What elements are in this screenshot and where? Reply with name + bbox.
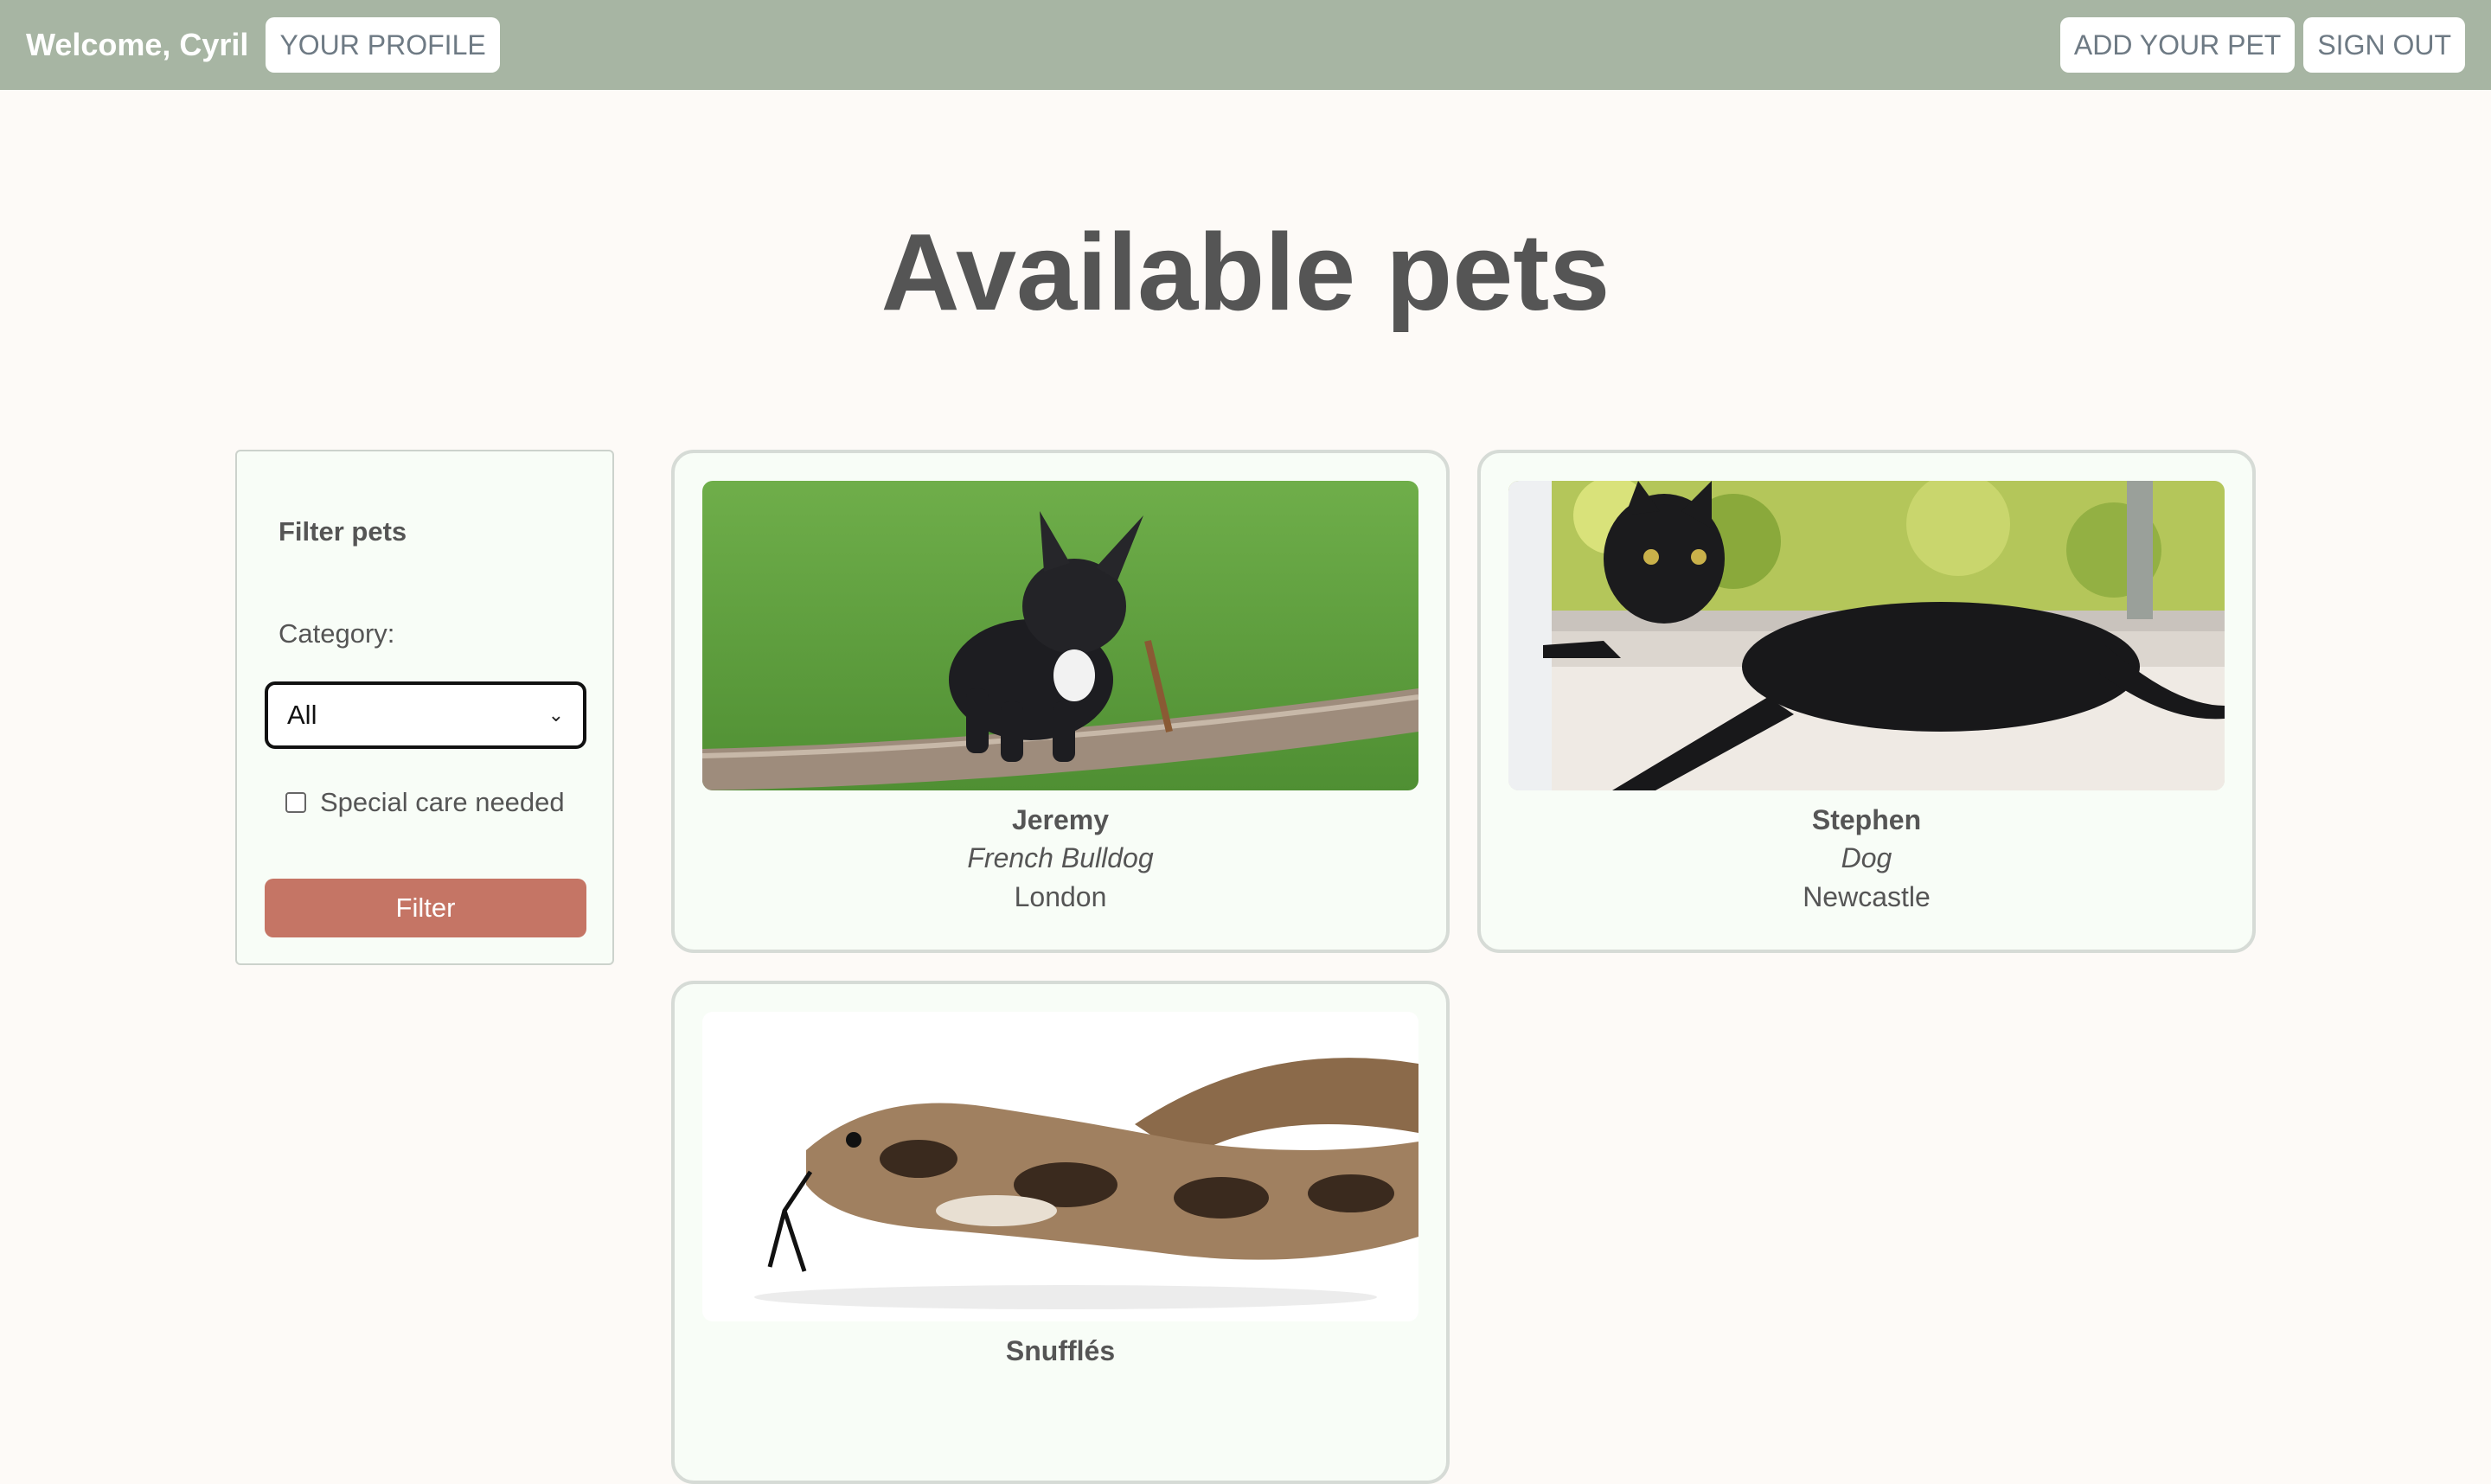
- pet-location: London: [1014, 881, 1107, 912]
- top-bar-right: ADD YOUR PET SIGN OUT: [2059, 17, 2465, 73]
- page-title: Available pets: [880, 211, 1611, 333]
- pet-card[interactable]: Stephen Dog Newcastle: [1477, 450, 2256, 953]
- pet-breed: Dog: [1841, 842, 1892, 873]
- pet-card[interactable]: Jeremy French Bulldog London: [671, 450, 1450, 953]
- filter-panel: Filter pets Category: All ⌄ Special care…: [235, 450, 614, 965]
- filter-title: Filter pets: [279, 516, 407, 547]
- snake-photo: [702, 1012, 1418, 1321]
- category-select[interactable]: All ⌄: [265, 681, 586, 749]
- pet-breed: French Bulldog: [967, 842, 1154, 873]
- pet-card[interactable]: Snufflés: [671, 981, 1450, 1484]
- top-bar-left: Welcome, Cyril YOUR PROFILE: [26, 17, 500, 73]
- category-label: Category:: [279, 618, 395, 649]
- pet-location: Newcastle: [1803, 881, 1931, 912]
- special-care-label: Special care needed: [320, 787, 565, 817]
- special-care-checkbox[interactable]: [285, 792, 306, 813]
- pet-name: Stephen: [1811, 804, 1922, 835]
- special-care-option[interactable]: Special care needed: [285, 787, 565, 818]
- sign-out-button[interactable]: SIGN OUT: [2303, 17, 2465, 73]
- pet-name: Snufflés: [1005, 1335, 1116, 1366]
- pet-name: Jeremy: [1011, 804, 1110, 835]
- category-select-value: All: [287, 700, 317, 730]
- top-bar: Welcome, Cyril YOUR PROFILE ADD YOUR PET…: [0, 0, 2491, 90]
- welcome-text: Welcome, Cyril: [26, 27, 249, 62]
- add-your-pet-button[interactable]: ADD YOUR PET: [2059, 17, 2296, 73]
- filter-button[interactable]: Filter: [265, 879, 586, 937]
- black-cat-photo: [1508, 481, 2225, 790]
- bulldog-photo: [702, 481, 1418, 790]
- your-profile-button[interactable]: YOUR PROFILE: [266, 17, 500, 73]
- chevron-down-icon: ⌄: [548, 704, 564, 726]
